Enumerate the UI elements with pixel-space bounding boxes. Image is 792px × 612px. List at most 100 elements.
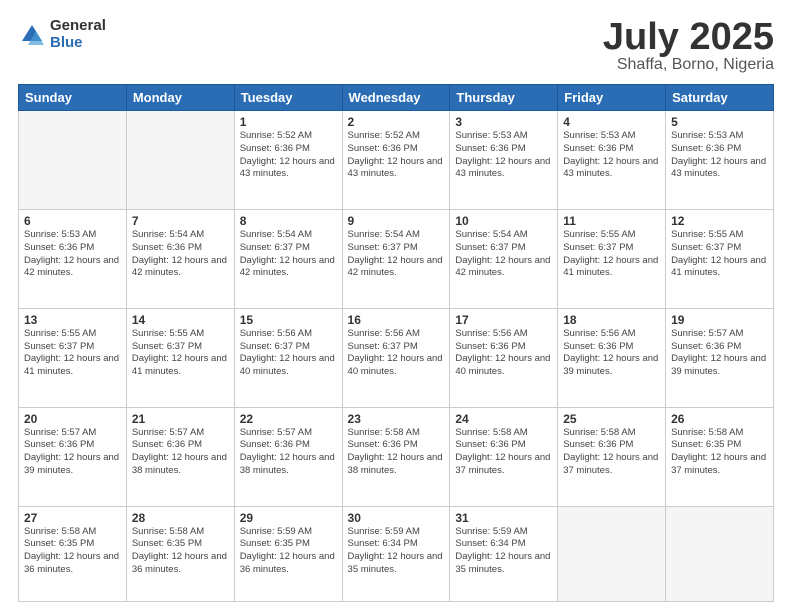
calendar-cell: 17Sunrise: 5:56 AM Sunset: 6:36 PM Dayli… <box>450 308 558 407</box>
day-number: 4 <box>563 115 660 129</box>
logo-blue-text: Blue <box>50 35 106 52</box>
calendar-cell: 18Sunrise: 5:56 AM Sunset: 6:36 PM Dayli… <box>558 308 666 407</box>
calendar-cell: 26Sunrise: 5:58 AM Sunset: 6:35 PM Dayli… <box>666 407 774 506</box>
calendar-cell: 9Sunrise: 5:54 AM Sunset: 6:37 PM Daylig… <box>342 209 450 308</box>
calendar-cell: 30Sunrise: 5:59 AM Sunset: 6:34 PM Dayli… <box>342 506 450 601</box>
calendar-cell: 23Sunrise: 5:58 AM Sunset: 6:36 PM Dayli… <box>342 407 450 506</box>
calendar-cell: 5Sunrise: 5:53 AM Sunset: 6:36 PM Daylig… <box>666 111 774 210</box>
calendar-cell: 19Sunrise: 5:57 AM Sunset: 6:36 PM Dayli… <box>666 308 774 407</box>
day-info: Sunrise: 5:54 AM Sunset: 6:36 PM Dayligh… <box>132 229 229 280</box>
calendar-cell: 13Sunrise: 5:55 AM Sunset: 6:37 PM Dayli… <box>19 308 127 407</box>
col-monday: Monday <box>126 85 234 111</box>
day-number: 30 <box>348 511 445 525</box>
day-info: Sunrise: 5:57 AM Sunset: 6:36 PM Dayligh… <box>240 427 337 478</box>
day-info: Sunrise: 5:58 AM Sunset: 6:35 PM Dayligh… <box>132 526 229 577</box>
calendar-cell: 29Sunrise: 5:59 AM Sunset: 6:35 PM Dayli… <box>234 506 342 601</box>
calendar-cell: 15Sunrise: 5:56 AM Sunset: 6:37 PM Dayli… <box>234 308 342 407</box>
calendar-cell: 8Sunrise: 5:54 AM Sunset: 6:37 PM Daylig… <box>234 209 342 308</box>
day-info: Sunrise: 5:53 AM Sunset: 6:36 PM Dayligh… <box>563 130 660 181</box>
day-info: Sunrise: 5:57 AM Sunset: 6:36 PM Dayligh… <box>24 427 121 478</box>
col-tuesday: Tuesday <box>234 85 342 111</box>
day-number: 26 <box>671 412 768 426</box>
day-info: Sunrise: 5:58 AM Sunset: 6:35 PM Dayligh… <box>24 526 121 577</box>
day-number: 20 <box>24 412 121 426</box>
calendar-cell: 31Sunrise: 5:59 AM Sunset: 6:34 PM Dayli… <box>450 506 558 601</box>
day-number: 18 <box>563 313 660 327</box>
day-number: 14 <box>132 313 229 327</box>
title-location: Shaffa, Borno, Nigeria <box>603 56 774 74</box>
day-info: Sunrise: 5:55 AM Sunset: 6:37 PM Dayligh… <box>24 328 121 379</box>
day-info: Sunrise: 5:56 AM Sunset: 6:37 PM Dayligh… <box>348 328 445 379</box>
day-number: 31 <box>455 511 552 525</box>
day-info: Sunrise: 5:59 AM Sunset: 6:34 PM Dayligh… <box>348 526 445 577</box>
day-info: Sunrise: 5:59 AM Sunset: 6:34 PM Dayligh… <box>455 526 552 577</box>
calendar-cell: 20Sunrise: 5:57 AM Sunset: 6:36 PM Dayli… <box>19 407 127 506</box>
calendar-cell <box>19 111 127 210</box>
col-thursday: Thursday <box>450 85 558 111</box>
calendar-cell: 27Sunrise: 5:58 AM Sunset: 6:35 PM Dayli… <box>19 506 127 601</box>
logo-icon <box>18 21 46 49</box>
col-wednesday: Wednesday <box>342 85 450 111</box>
day-info: Sunrise: 5:59 AM Sunset: 6:35 PM Dayligh… <box>240 526 337 577</box>
day-info: Sunrise: 5:53 AM Sunset: 6:36 PM Dayligh… <box>671 130 768 181</box>
day-number: 17 <box>455 313 552 327</box>
day-number: 6 <box>24 214 121 228</box>
calendar-cell: 21Sunrise: 5:57 AM Sunset: 6:36 PM Dayli… <box>126 407 234 506</box>
day-number: 19 <box>671 313 768 327</box>
calendar-cell: 16Sunrise: 5:56 AM Sunset: 6:37 PM Dayli… <box>342 308 450 407</box>
day-info: Sunrise: 5:55 AM Sunset: 6:37 PM Dayligh… <box>132 328 229 379</box>
title-month: July 2025 <box>603 18 774 56</box>
calendar-cell <box>558 506 666 601</box>
calendar-cell: 10Sunrise: 5:54 AM Sunset: 6:37 PM Dayli… <box>450 209 558 308</box>
col-saturday: Saturday <box>666 85 774 111</box>
calendar-cell: 3Sunrise: 5:53 AM Sunset: 6:36 PM Daylig… <box>450 111 558 210</box>
logo-general-text: General <box>50 18 106 35</box>
calendar-cell: 1Sunrise: 5:52 AM Sunset: 6:36 PM Daylig… <box>234 111 342 210</box>
header-row: Sunday Monday Tuesday Wednesday Thursday… <box>19 85 774 111</box>
day-info: Sunrise: 5:58 AM Sunset: 6:36 PM Dayligh… <box>455 427 552 478</box>
day-info: Sunrise: 5:57 AM Sunset: 6:36 PM Dayligh… <box>132 427 229 478</box>
calendar-cell: 4Sunrise: 5:53 AM Sunset: 6:36 PM Daylig… <box>558 111 666 210</box>
page: General Blue July 2025 Shaffa, Borno, Ni… <box>0 0 792 612</box>
day-info: Sunrise: 5:52 AM Sunset: 6:36 PM Dayligh… <box>348 130 445 181</box>
day-info: Sunrise: 5:55 AM Sunset: 6:37 PM Dayligh… <box>671 229 768 280</box>
title-block: July 2025 Shaffa, Borno, Nigeria <box>603 18 774 74</box>
day-number: 23 <box>348 412 445 426</box>
day-number: 2 <box>348 115 445 129</box>
day-info: Sunrise: 5:56 AM Sunset: 6:36 PM Dayligh… <box>455 328 552 379</box>
week-row: 13Sunrise: 5:55 AM Sunset: 6:37 PM Dayli… <box>19 308 774 407</box>
day-number: 8 <box>240 214 337 228</box>
calendar-cell: 6Sunrise: 5:53 AM Sunset: 6:36 PM Daylig… <box>19 209 127 308</box>
day-info: Sunrise: 5:54 AM Sunset: 6:37 PM Dayligh… <box>455 229 552 280</box>
calendar-cell: 12Sunrise: 5:55 AM Sunset: 6:37 PM Dayli… <box>666 209 774 308</box>
day-number: 13 <box>24 313 121 327</box>
day-info: Sunrise: 5:53 AM Sunset: 6:36 PM Dayligh… <box>455 130 552 181</box>
day-number: 15 <box>240 313 337 327</box>
day-number: 21 <box>132 412 229 426</box>
calendar-cell: 7Sunrise: 5:54 AM Sunset: 6:36 PM Daylig… <box>126 209 234 308</box>
week-row: 1 Sunrise: 5:52 AM Sunset: 6:36 PM Daylig… <box>19 111 774 210</box>
day-info: Sunrise: 5:57 AM Sunset: 6:36 PM Dayligh… <box>671 328 768 379</box>
calendar-cell <box>126 111 234 210</box>
day-number: 1 <box>240 115 337 129</box>
day-info: Sunrise: 5:58 AM Sunset: 6:36 PM Dayligh… <box>563 427 660 478</box>
day-info: Sunrise: 5:55 AM Sunset: 6:37 PM Dayligh… <box>563 229 660 280</box>
day-info: Sunrise: 5:54 AM Sunset: 6:37 PM Dayligh… <box>240 229 337 280</box>
day-info: Sunrise: 5:54 AM Sunset: 6:37 PM Dayligh… <box>348 229 445 280</box>
calendar-cell: 22Sunrise: 5:57 AM Sunset: 6:36 PM Dayli… <box>234 407 342 506</box>
calendar-cell: 2Sunrise: 5:52 AM Sunset: 6:36 PM Daylig… <box>342 111 450 210</box>
day-info: Sunrise: 5:58 AM Sunset: 6:36 PM Dayligh… <box>348 427 445 478</box>
day-number: 11 <box>563 214 660 228</box>
day-number: 10 <box>455 214 552 228</box>
calendar-cell: 14Sunrise: 5:55 AM Sunset: 6:37 PM Dayli… <box>126 308 234 407</box>
day-info: Sunrise: 5:58 AM Sunset: 6:35 PM Dayligh… <box>671 427 768 478</box>
calendar-table: Sunday Monday Tuesday Wednesday Thursday… <box>18 84 774 602</box>
week-row: 27Sunrise: 5:58 AM Sunset: 6:35 PM Dayli… <box>19 506 774 601</box>
col-sunday: Sunday <box>19 85 127 111</box>
logo-text: General Blue <box>50 18 106 51</box>
week-row: 6Sunrise: 5:53 AM Sunset: 6:36 PM Daylig… <box>19 209 774 308</box>
logo: General Blue <box>18 18 106 51</box>
calendar-cell: 11Sunrise: 5:55 AM Sunset: 6:37 PM Dayli… <box>558 209 666 308</box>
day-number: 25 <box>563 412 660 426</box>
day-number: 29 <box>240 511 337 525</box>
